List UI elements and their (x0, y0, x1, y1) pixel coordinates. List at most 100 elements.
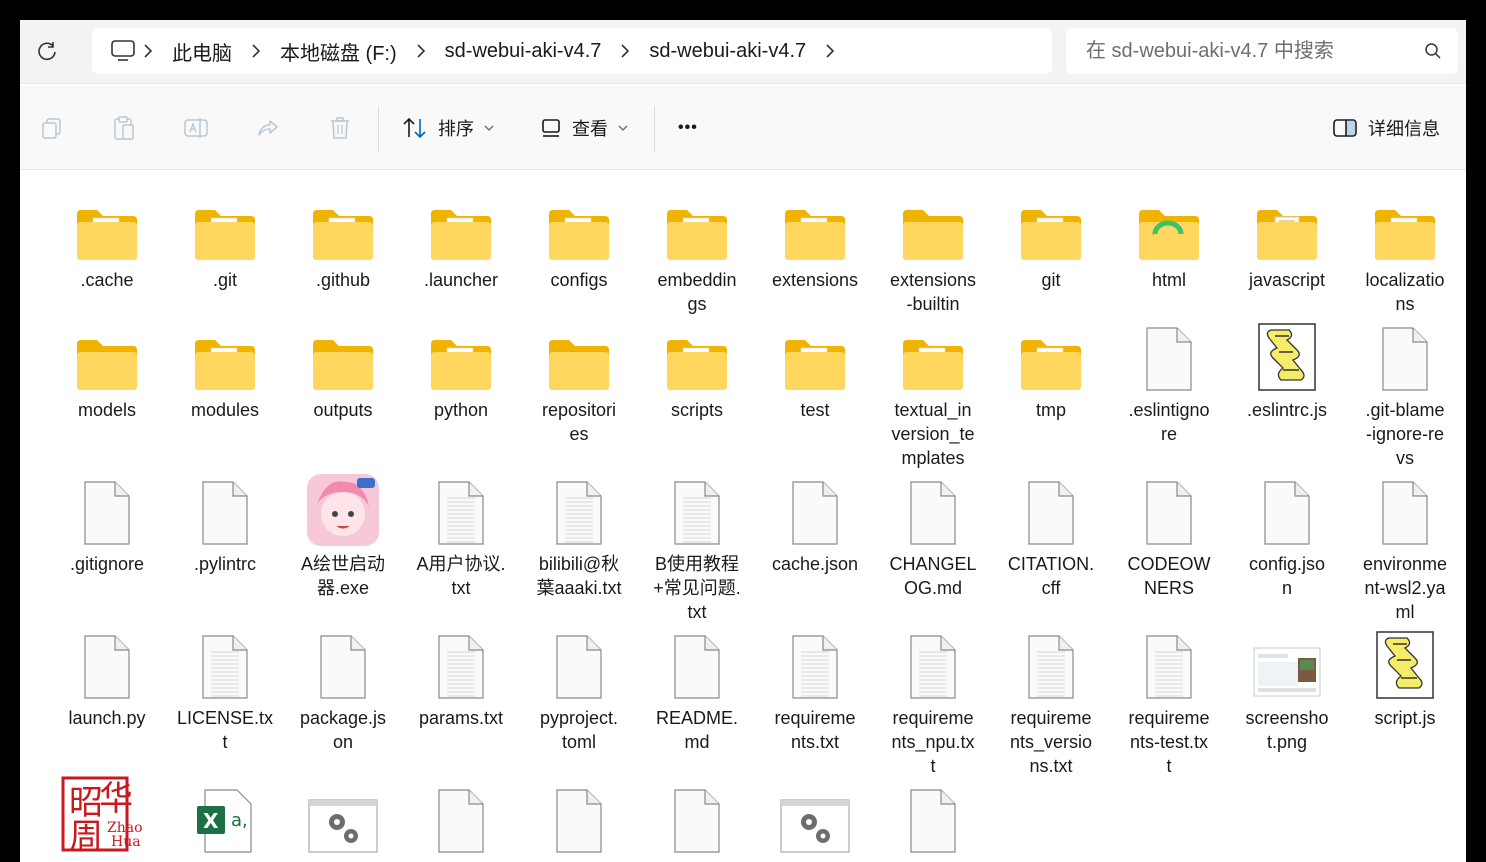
rename-icon (184, 118, 208, 138)
file-item[interactable]: extensions (760, 190, 870, 292)
file-icon (996, 474, 1106, 546)
file-item[interactable]: .git-blame -ignore-re vs (1350, 320, 1460, 470)
file-item[interactable]: bilibili@秋 葉aaaki.txt (524, 474, 634, 600)
file-item[interactable]: tmp (996, 320, 1106, 422)
file-item[interactable]: A绘世启动 器.exe (288, 474, 398, 600)
folder-icon (878, 190, 988, 262)
file-icon (406, 474, 516, 546)
chevron-right-icon[interactable] (244, 44, 268, 58)
folder-icon (524, 190, 634, 262)
file-item[interactable]: html (1114, 190, 1224, 292)
chevron-right-icon[interactable] (409, 44, 433, 58)
file-item[interactable]: CHANGEL OG.md (878, 474, 988, 600)
file-item[interactable]: localizatio ns (1350, 190, 1460, 316)
file-item[interactable]: requireme nts-test.tx t (1114, 628, 1224, 778)
chevron-right-icon[interactable] (136, 44, 160, 58)
file-item[interactable]: requireme nts.txt (760, 628, 870, 754)
file-item[interactable]: screensho t.png (1232, 628, 1342, 754)
file-item[interactable]: extensions -builtin (878, 190, 988, 316)
refresh-button[interactable] (30, 34, 64, 68)
file-item[interactable]: modules (170, 320, 280, 422)
file-icon (288, 628, 398, 700)
sort-button[interactable]: 排序 (402, 110, 494, 146)
search-input[interactable] (1086, 39, 1406, 63)
details-pane-button[interactable]: 详细信息 (1332, 110, 1440, 146)
file-item[interactable]: README. md (642, 628, 752, 754)
search-box[interactable] (1066, 28, 1458, 74)
file-item[interactable]: .pylintrc (170, 474, 280, 576)
file-item[interactable]: textual_in version_te mplates (878, 320, 988, 470)
file-item[interactable]: repositori es (524, 320, 634, 446)
file-icon (1114, 474, 1224, 546)
file-item[interactable]: Xa,styles.csv (170, 782, 280, 862)
file-item[interactable]: config.jso n (1232, 474, 1342, 600)
file-item[interactable]: A用户协议. txt (406, 474, 516, 600)
file-item[interactable]: .git (170, 190, 280, 292)
file-item[interactable]: package.js on (288, 628, 398, 754)
file-item[interactable]: .eslintrc.js (1232, 320, 1342, 422)
file-item[interactable]: python (406, 320, 516, 422)
file-item[interactable]: .cache (52, 190, 162, 292)
file-item[interactable]: .github (288, 190, 398, 292)
delete-button[interactable] (326, 114, 354, 142)
file-name: requireme nts.txt (774, 708, 856, 752)
sort-icon (403, 117, 426, 139)
breadcrumb-folder-2[interactable]: sd-webui-aki-v4.7 (637, 40, 818, 63)
file-item[interactable]: cache.json (760, 474, 870, 576)
file-item[interactable]: webui.sh (524, 782, 634, 862)
file-item[interactable]: LICENSE.tx t (170, 628, 280, 754)
file-icon (1350, 320, 1460, 392)
file-item[interactable]: webui-ma (642, 782, 752, 862)
breadcrumb[interactable]: 此电脑 本地磁盘 (F:) sd-webui-aki-v4.7 sd-webui… (92, 28, 1052, 74)
rename-button[interactable] (182, 114, 210, 142)
file-item[interactable]: 昭华周ZhaoHuastyle.css (52, 776, 162, 862)
file-item[interactable]: test (760, 320, 870, 422)
file-item[interactable]: B使用教程 +常见问题. txt (642, 474, 752, 624)
file-item[interactable]: git (996, 190, 1106, 292)
share-button[interactable] (254, 114, 282, 142)
file-explorer-window: 此电脑 本地磁盘 (F:) sd-webui-aki-v4.7 sd-webui… (20, 20, 1466, 862)
search-icon[interactable] (1424, 42, 1442, 60)
file-name: modules (190, 400, 260, 420)
file-item[interactable]: outputs (288, 320, 398, 422)
file-item[interactable]: requireme nts_npu.tx t (878, 628, 988, 778)
file-item[interactable]: CITATION. cff (996, 474, 1106, 600)
file-icon (642, 474, 752, 546)
view-button[interactable]: 查看 (540, 110, 628, 146)
file-item[interactable]: pyproject. toml (524, 628, 634, 754)
file-item[interactable]: scripts (642, 320, 752, 422)
file-item[interactable]: webui.bat (288, 782, 398, 862)
file-item[interactable]: environme nt-wsl2.ya ml (1350, 474, 1460, 624)
file-item[interactable]: .eslintigno re (1114, 320, 1224, 446)
svg-text:a,: a, (231, 810, 248, 831)
file-item[interactable]: CODEOW NERS (1114, 474, 1224, 600)
file-item[interactable]: webui-use (878, 782, 988, 862)
breadcrumb-local-disk[interactable]: 本地磁盘 (F:) (268, 37, 409, 66)
copy-button[interactable] (38, 114, 66, 142)
file-item[interactable]: params.txt (406, 628, 516, 730)
trash-icon (331, 117, 349, 139)
file-item[interactable]: configs (524, 190, 634, 292)
file-item[interactable]: launch.py (52, 628, 162, 730)
file-item[interactable]: requireme nts_versio ns.txt (996, 628, 1106, 778)
file-icon (1232, 474, 1342, 546)
svg-text:华: 华 (99, 779, 133, 819)
file-name: outputs (313, 400, 373, 420)
file-name: repositori es (541, 400, 617, 444)
file-item[interactable]: javascript (1232, 190, 1342, 292)
file-item[interactable]: embeddin gs (642, 190, 752, 316)
paste-button[interactable] (110, 114, 138, 142)
file-item[interactable]: models (52, 320, 162, 422)
file-item[interactable]: script.js (1350, 628, 1460, 730)
file-item[interactable]: webui-use (760, 782, 870, 862)
file-item[interactable]: .launcher (406, 190, 516, 292)
excel-icon: Xa, (170, 782, 280, 854)
file-item[interactable]: .gitignore (52, 474, 162, 576)
chevron-right-icon[interactable] (613, 44, 637, 58)
breadcrumb-folder-1[interactable]: sd-webui-aki-v4.7 (433, 40, 614, 63)
file-item[interactable]: webui.py (406, 782, 516, 862)
breadcrumb-this-pc[interactable]: 此电脑 (160, 37, 244, 66)
folder-icon (52, 190, 162, 262)
more-options-button[interactable]: ••• (678, 110, 698, 146)
chevron-right-icon[interactable] (818, 44, 842, 58)
